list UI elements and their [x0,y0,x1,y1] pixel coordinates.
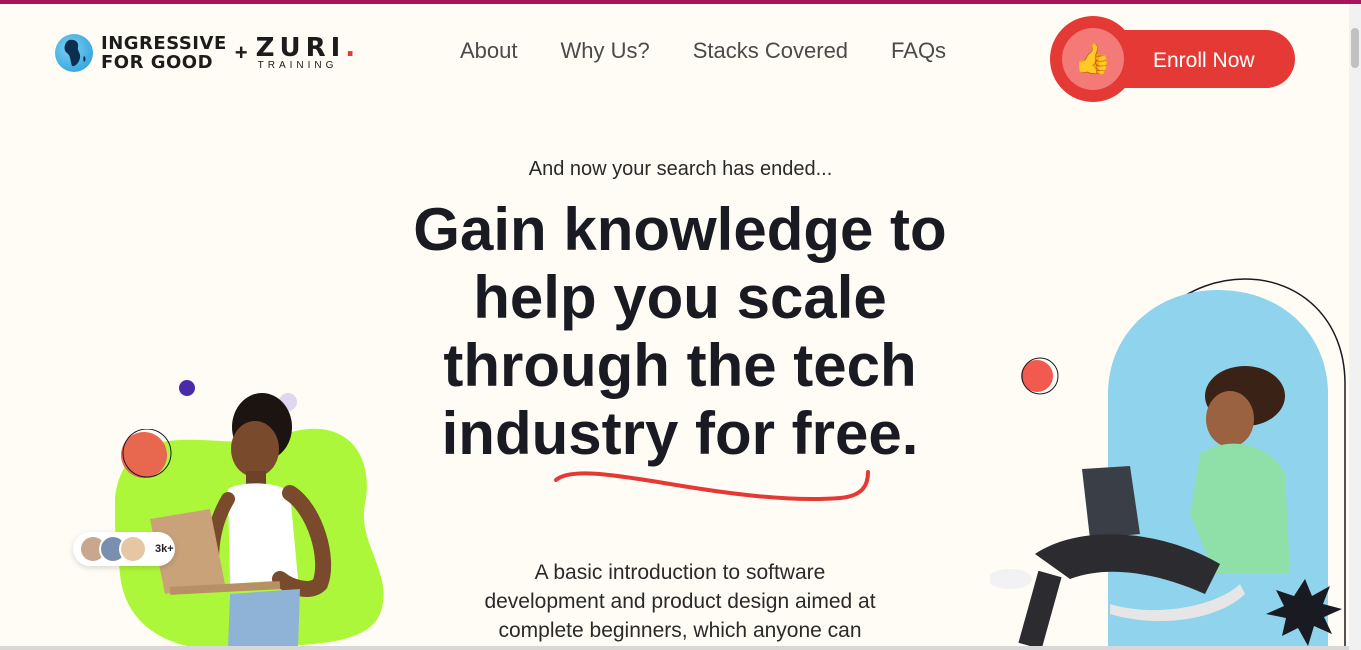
zuri-dot: . [345,32,361,63]
underline-squiggle [554,470,870,502]
hero-headline: Gain knowledge to help you scale through… [413,196,947,467]
zuri-wordmark: ZURI. TRAINING [255,32,361,71]
nav-stacks-covered[interactable]: Stacks Covered [693,38,848,64]
hero-tagline: And now your search has ended... [528,158,833,180]
avatar [119,535,147,563]
thumbs-up-icon: 👍 [1062,28,1124,90]
learner-count: 3k+ [155,543,174,555]
logo[interactable]: INGRESSIVE FOR GOOD + ZURI. TRAINING [55,34,360,72]
scrollbar-thumb[interactable] [1351,28,1359,68]
horizontal-scrollbar[interactable] [0,646,1349,650]
zuri-subtitle: TRAINING [257,59,338,71]
nav-faqs[interactable]: FAQs [891,38,946,64]
brand-line-2: FOR GOOD [101,52,214,73]
vertical-scrollbar[interactable] [1349,4,1361,650]
nav-why-us[interactable]: Why Us? [561,38,650,64]
plus-sign: + [234,40,248,65]
learners-avatar-group: 3k+ [73,532,175,566]
main-nav: About Why Us? Stacks Covered FAQs [460,38,946,64]
nav-about[interactable]: About [460,38,518,64]
hero-description: A basic introduction to software develop… [484,561,876,642]
man-with-laptop-illustration [990,278,1346,646]
ingressive-wordmark: INGRESSIVE FOR GOOD [101,34,227,72]
globe-icon [55,34,93,72]
page: INGRESSIVE FOR GOOD + ZURI. TRAINING Abo… [0,4,1349,646]
brand-line-1: INGRESSIVE [101,33,227,54]
woman-with-laptop-illustration [150,393,332,646]
enroll-now-button[interactable]: 👍 Enroll Now [1050,16,1295,102]
zuri-text: ZURI [255,32,346,63]
enroll-now-label: Enroll Now [1153,49,1255,72]
